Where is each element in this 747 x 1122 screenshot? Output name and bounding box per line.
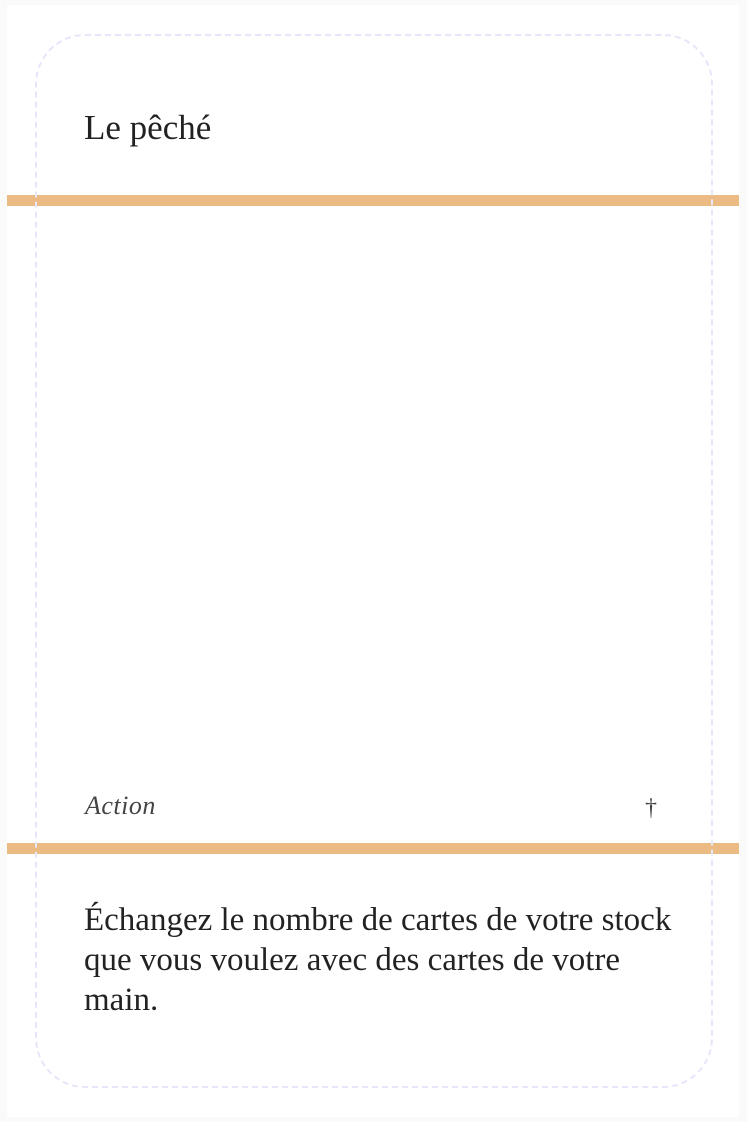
card: Le pêché Action † Échangez le nombre de … [7, 5, 739, 1117]
bottom-divider [7, 843, 739, 854]
dagger-icon: † [645, 795, 657, 821]
card-title: Le pêché [84, 108, 212, 147]
top-divider [7, 195, 739, 206]
card-text: Échangez le nombre de cartes de votre st… [84, 902, 672, 1018]
card-type: Action [85, 791, 156, 820]
